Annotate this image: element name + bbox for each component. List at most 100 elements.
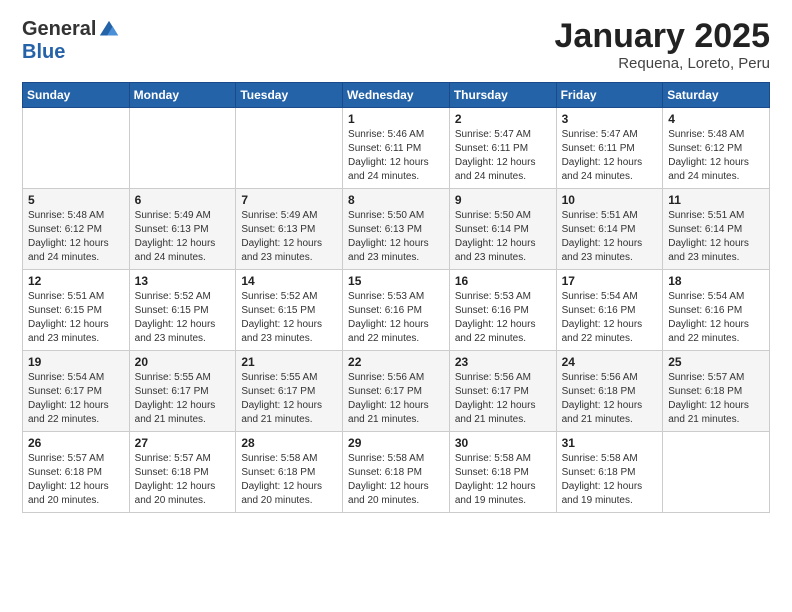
day-info: Sunrise: 5:52 AMSunset: 6:15 PMDaylight:… <box>241 290 337 346</box>
day-number: 2 <box>455 112 551 126</box>
table-cell: 18Sunrise: 5:54 AMSunset: 6:16 PMDayligh… <box>663 270 770 351</box>
day-info: Sunrise: 5:58 AMSunset: 6:18 PMDaylight:… <box>241 452 337 508</box>
table-cell: 19 Sunrise: 5:54 AMSunset: 6:17 PMDayligh… <box>23 351 130 432</box>
day-number: 16 <box>455 274 551 288</box>
table-cell: 14Sunrise: 5:52 AMSunset: 6:15 PMDayligh… <box>236 270 343 351</box>
day-info: Sunrise: 5:57 AMSunset: 6:18 PMDaylight:… <box>28 452 124 508</box>
logo: General Blue <box>22 18 120 64</box>
day-info: Sunrise: 5:50 AMSunset: 6:14 PMDaylight:… <box>455 209 551 265</box>
day-info: Sunrise: 5:52 AMSunset: 6:15 PMDaylight:… <box>135 290 231 346</box>
day-number: 27 <box>135 436 231 450</box>
table-cell: 2 Sunrise: 5:47 AMSunset: 6:11 PMDaylight… <box>449 108 556 189</box>
day-info: Sunrise: 5:55 AMSunset: 6:17 PMDaylight:… <box>135 371 231 427</box>
title-block: January 2025 Requena, Loreto, Peru <box>555 18 771 72</box>
header-thursday: Thursday <box>449 83 556 108</box>
logo-general-text: General <box>22 18 96 41</box>
day-number: 19 <box>28 355 124 369</box>
day-number: 24 <box>562 355 658 369</box>
table-cell <box>23 108 130 189</box>
day-number: 3 <box>562 112 658 126</box>
day-info: Sunrise: 5:49 AMSunset: 6:13 PMDaylight:… <box>135 209 231 265</box>
day-info: Sunrise: 5:54 AMSunset: 6:17 PMDaylight:… <box>28 371 124 427</box>
day-info: Sunrise: 5:47 AMSunset: 6:11 PMDaylight:… <box>562 128 658 184</box>
table-cell: 21Sunrise: 5:55 AMSunset: 6:17 PMDayligh… <box>236 351 343 432</box>
page: General Blue January 2025 Requena, Loret… <box>0 0 792 612</box>
table-cell: 1 Sunrise: 5:46 AMSunset: 6:11 PMDaylight… <box>343 108 450 189</box>
table-cell: 6 Sunrise: 5:49 AMSunset: 6:13 PMDaylight… <box>129 189 236 270</box>
day-number: 4 <box>668 112 764 126</box>
table-cell: 30 Sunrise: 5:58 AMSunset: 6:18 PMDayligh… <box>449 432 556 513</box>
day-number: 6 <box>135 193 231 207</box>
day-info: Sunrise: 5:53 AMSunset: 6:16 PMDaylight:… <box>348 290 444 346</box>
table-cell: 3 Sunrise: 5:47 AMSunset: 6:11 PMDaylight… <box>556 108 663 189</box>
day-info: Sunrise: 5:54 AMSunset: 6:16 PMDaylight:… <box>562 290 658 346</box>
week-row-1: 1 Sunrise: 5:46 AMSunset: 6:11 PMDaylight… <box>23 108 770 189</box>
table-cell: 20 Sunrise: 5:55 AMSunset: 6:17 PMDayligh… <box>129 351 236 432</box>
table-cell: 4 Sunrise: 5:48 AMSunset: 6:12 PMDaylight… <box>663 108 770 189</box>
week-row-2: 5 Sunrise: 5:48 AMSunset: 6:12 PMDaylight… <box>23 189 770 270</box>
day-number: 28 <box>241 436 337 450</box>
logo-icon <box>98 19 120 41</box>
table-cell: 25Sunrise: 5:57 AMSunset: 6:18 PMDayligh… <box>663 351 770 432</box>
day-info: Sunrise: 5:58 AMSunset: 6:18 PMDaylight:… <box>455 452 551 508</box>
day-info: Sunrise: 5:51 AMSunset: 6:15 PMDaylight:… <box>28 290 124 346</box>
table-cell: 10Sunrise: 5:51 AMSunset: 6:14 PMDayligh… <box>556 189 663 270</box>
day-info: Sunrise: 5:48 AMSunset: 6:12 PMDaylight:… <box>668 128 764 184</box>
day-number: 26 <box>28 436 124 450</box>
header-friday: Friday <box>556 83 663 108</box>
day-info: Sunrise: 5:56 AMSunset: 6:17 PMDaylight:… <box>455 371 551 427</box>
table-cell: 27 Sunrise: 5:57 AMSunset: 6:18 PMDayligh… <box>129 432 236 513</box>
table-cell: 12 Sunrise: 5:51 AMSunset: 6:15 PMDayligh… <box>23 270 130 351</box>
calendar-title: January 2025 <box>555 18 771 55</box>
table-cell: 5 Sunrise: 5:48 AMSunset: 6:12 PMDaylight… <box>23 189 130 270</box>
weekday-header-row: Sunday Monday Tuesday Wednesday Thursday… <box>23 83 770 108</box>
day-number: 10 <box>562 193 658 207</box>
day-number: 30 <box>455 436 551 450</box>
table-cell: 17Sunrise: 5:54 AMSunset: 6:16 PMDayligh… <box>556 270 663 351</box>
day-number: 21 <box>241 355 337 369</box>
week-row-3: 12 Sunrise: 5:51 AMSunset: 6:15 PMDayligh… <box>23 270 770 351</box>
table-cell <box>236 108 343 189</box>
table-cell: 11Sunrise: 5:51 AMSunset: 6:14 PMDayligh… <box>663 189 770 270</box>
day-info: Sunrise: 5:54 AMSunset: 6:16 PMDaylight:… <box>668 290 764 346</box>
day-number: 15 <box>348 274 444 288</box>
day-info: Sunrise: 5:47 AMSunset: 6:11 PMDaylight:… <box>455 128 551 184</box>
table-cell: 15 Sunrise: 5:53 AMSunset: 6:16 PMDayligh… <box>343 270 450 351</box>
header-saturday: Saturday <box>663 83 770 108</box>
table-cell: 24 Sunrise: 5:56 AMSunset: 6:18 PMDayligh… <box>556 351 663 432</box>
day-number: 5 <box>28 193 124 207</box>
table-cell: 31Sunrise: 5:58 AMSunset: 6:18 PMDayligh… <box>556 432 663 513</box>
day-info: Sunrise: 5:46 AMSunset: 6:11 PMDaylight:… <box>348 128 444 184</box>
table-cell: 23 Sunrise: 5:56 AMSunset: 6:17 PMDayligh… <box>449 351 556 432</box>
day-info: Sunrise: 5:49 AMSunset: 6:13 PMDaylight:… <box>241 209 337 265</box>
day-info: Sunrise: 5:53 AMSunset: 6:16 PMDaylight:… <box>455 290 551 346</box>
day-info: Sunrise: 5:50 AMSunset: 6:13 PMDaylight:… <box>348 209 444 265</box>
calendar-table: Sunday Monday Tuesday Wednesday Thursday… <box>22 82 770 513</box>
day-info: Sunrise: 5:48 AMSunset: 6:12 PMDaylight:… <box>28 209 124 265</box>
day-number: 11 <box>668 193 764 207</box>
day-info: Sunrise: 5:58 AMSunset: 6:18 PMDaylight:… <box>348 452 444 508</box>
table-cell: 28 Sunrise: 5:58 AMSunset: 6:18 PMDayligh… <box>236 432 343 513</box>
table-cell: 26 Sunrise: 5:57 AMSunset: 6:18 PMDayligh… <box>23 432 130 513</box>
day-number: 7 <box>241 193 337 207</box>
table-cell: 7 Sunrise: 5:49 AMSunset: 6:13 PMDaylight… <box>236 189 343 270</box>
day-number: 1 <box>348 112 444 126</box>
day-number: 23 <box>455 355 551 369</box>
day-info: Sunrise: 5:58 AMSunset: 6:18 PMDaylight:… <box>562 452 658 508</box>
day-info: Sunrise: 5:57 AMSunset: 6:18 PMDaylight:… <box>668 371 764 427</box>
table-cell: 22Sunrise: 5:56 AMSunset: 6:17 PMDayligh… <box>343 351 450 432</box>
day-number: 20 <box>135 355 231 369</box>
day-number: 8 <box>348 193 444 207</box>
table-cell: 8 Sunrise: 5:50 AMSunset: 6:13 PMDaylight… <box>343 189 450 270</box>
week-row-5: 26 Sunrise: 5:57 AMSunset: 6:18 PMDayligh… <box>23 432 770 513</box>
day-info: Sunrise: 5:56 AMSunset: 6:18 PMDaylight:… <box>562 371 658 427</box>
day-number: 13 <box>135 274 231 288</box>
table-cell: 16 Sunrise: 5:53 AMSunset: 6:16 PMDayligh… <box>449 270 556 351</box>
calendar-subtitle: Requena, Loreto, Peru <box>555 55 771 72</box>
day-info: Sunrise: 5:57 AMSunset: 6:18 PMDaylight:… <box>135 452 231 508</box>
logo-blue-text: Blue <box>22 41 65 64</box>
week-row-4: 19 Sunrise: 5:54 AMSunset: 6:17 PMDayligh… <box>23 351 770 432</box>
day-info: Sunrise: 5:56 AMSunset: 6:17 PMDaylight:… <box>348 371 444 427</box>
day-number: 12 <box>28 274 124 288</box>
header: General Blue January 2025 Requena, Loret… <box>22 18 770 72</box>
